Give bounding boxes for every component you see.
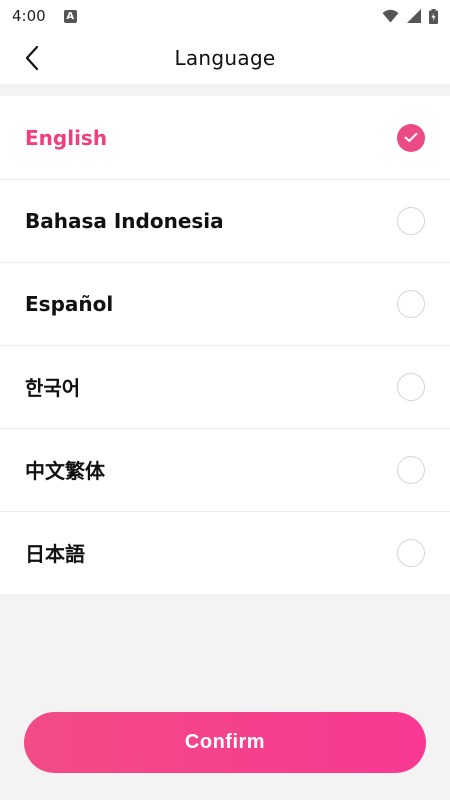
radio-checked-icon[interactable] (397, 123, 425, 152)
battery-icon (429, 8, 438, 24)
language-label: English (25, 125, 108, 150)
back-button[interactable] (18, 44, 46, 72)
language-item-japanese[interactable]: 日本語 (0, 511, 450, 594)
radio-unchecked-icon[interactable] (397, 372, 425, 401)
language-label: 中文繁体 (25, 459, 105, 483)
radio-unchecked-icon[interactable] (397, 455, 425, 484)
language-label: Bahasa Indonesia (25, 208, 224, 233)
radio-unchecked-icon[interactable] (397, 538, 425, 567)
check-icon (404, 132, 418, 142)
radio-unchecked-icon[interactable] (397, 289, 425, 318)
status-bar: 4:00 A (0, 0, 450, 32)
language-label: Español (25, 291, 114, 316)
signal-icon (407, 9, 421, 23)
language-item-traditional-chinese[interactable]: 中文繁体 (0, 428, 450, 511)
confirm-label: Confirm (184, 731, 266, 753)
wifi-icon (382, 9, 399, 23)
language-item-english[interactable]: English (0, 96, 450, 179)
language-item-korean[interactable]: 한국어 (0, 345, 450, 428)
language-list: English Bahasa Indonesia Español 한국어 中文繁… (0, 96, 450, 594)
radio-unchecked-icon[interactable] (397, 206, 425, 235)
status-time: 4:00 (12, 7, 46, 25)
status-icons (382, 8, 438, 24)
notification-badge-icon: A (63, 9, 77, 23)
language-label: 한국어 (25, 376, 81, 400)
language-item-espanol[interactable]: Español (0, 262, 450, 345)
chevron-left-icon (25, 45, 39, 71)
language-label: 日本語 (25, 542, 85, 566)
confirm-button[interactable]: Confirm (24, 712, 426, 773)
language-item-bahasa-indonesia[interactable]: Bahasa Indonesia (0, 179, 450, 262)
header: Language (0, 32, 450, 84)
page-title: Language (174, 46, 276, 70)
